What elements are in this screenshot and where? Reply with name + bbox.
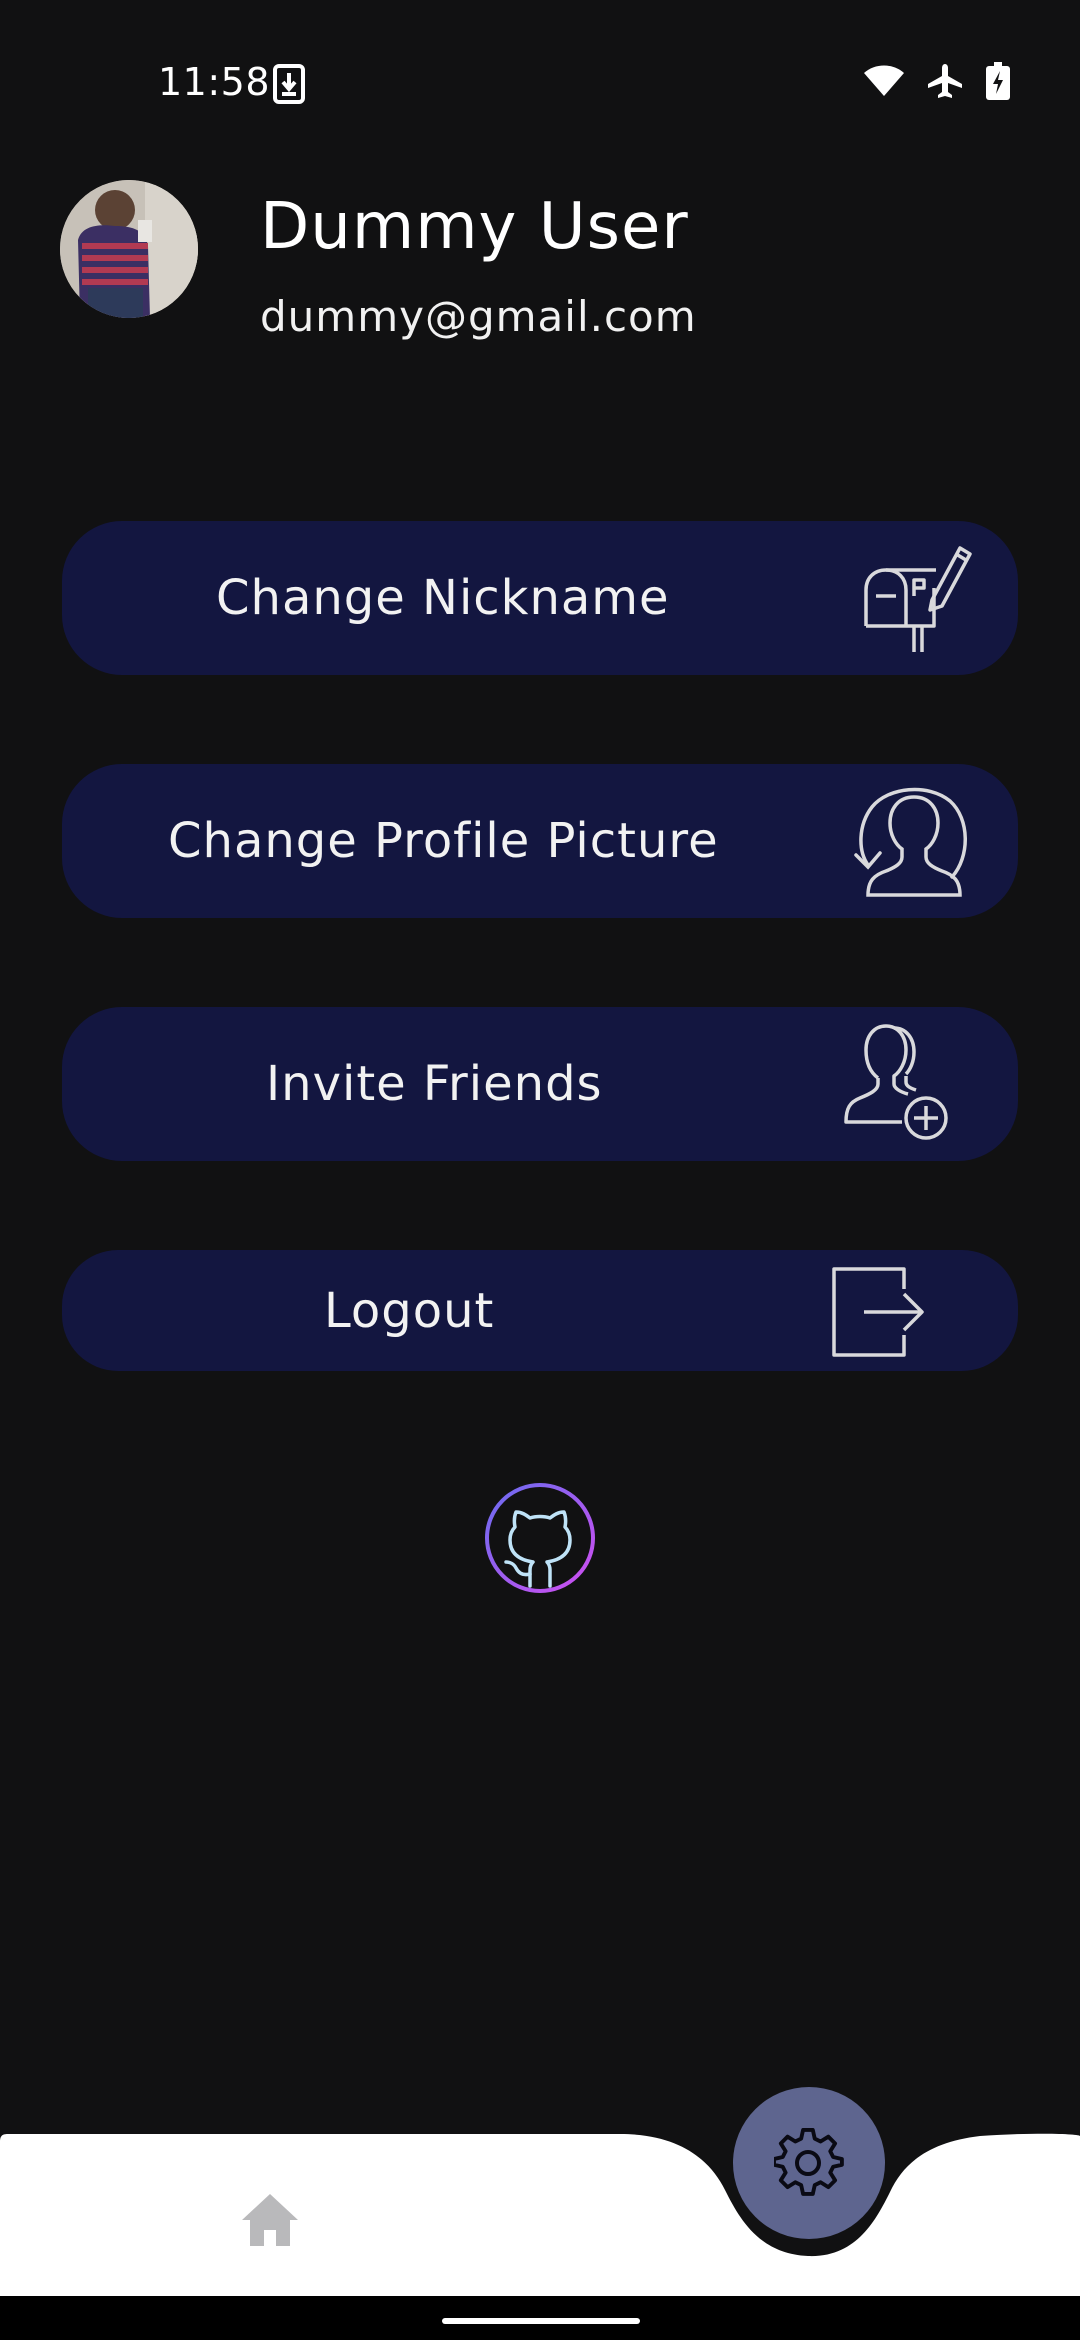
airplane-mode-icon	[928, 64, 962, 98]
invite-friends-button[interactable]: Invite Friends	[62, 1007, 1018, 1161]
home-icon	[242, 2194, 298, 2246]
avatar-photo	[60, 180, 198, 318]
nav-home-button[interactable]	[238, 2190, 302, 2250]
logout-icon	[828, 1250, 928, 1371]
user-name: Dummy User	[260, 190, 689, 264]
download-notification-icon	[273, 64, 305, 104]
logout-button[interactable]: Logout	[62, 1250, 1018, 1371]
change-nickname-button[interactable]: Change Nickname	[62, 521, 1018, 675]
bottom-nav-bar	[0, 2133, 1080, 2296]
gear-icon	[774, 2128, 844, 2196]
user-email: dummy@gmail.com	[260, 292, 697, 341]
nav-settings-button[interactable]	[733, 2087, 885, 2239]
change-nickname-label: Change Nickname	[216, 570, 670, 626]
status-time: 11:58	[158, 60, 271, 104]
change-profile-picture-label: Change Profile Picture	[168, 813, 719, 869]
mailbox-edit-icon	[860, 521, 976, 675]
profile-header: Dummy User dummy@gmail.com	[0, 170, 1080, 370]
wifi-icon	[864, 65, 904, 96]
battery-charging-icon	[986, 62, 1010, 100]
invite-friends-label: Invite Friends	[266, 1056, 603, 1112]
github-icon[interactable]	[484, 1482, 596, 1594]
avatar[interactable]	[60, 180, 198, 318]
logout-label: Logout	[324, 1282, 495, 1339]
gesture-handle[interactable]	[442, 2318, 640, 2324]
change-profile-picture-button[interactable]: Change Profile Picture	[62, 764, 1018, 918]
status-bar: 11:58	[0, 0, 1080, 150]
add-friend-icon	[838, 1007, 962, 1161]
status-icons	[864, 62, 1010, 100]
profile-refresh-icon	[852, 764, 976, 918]
